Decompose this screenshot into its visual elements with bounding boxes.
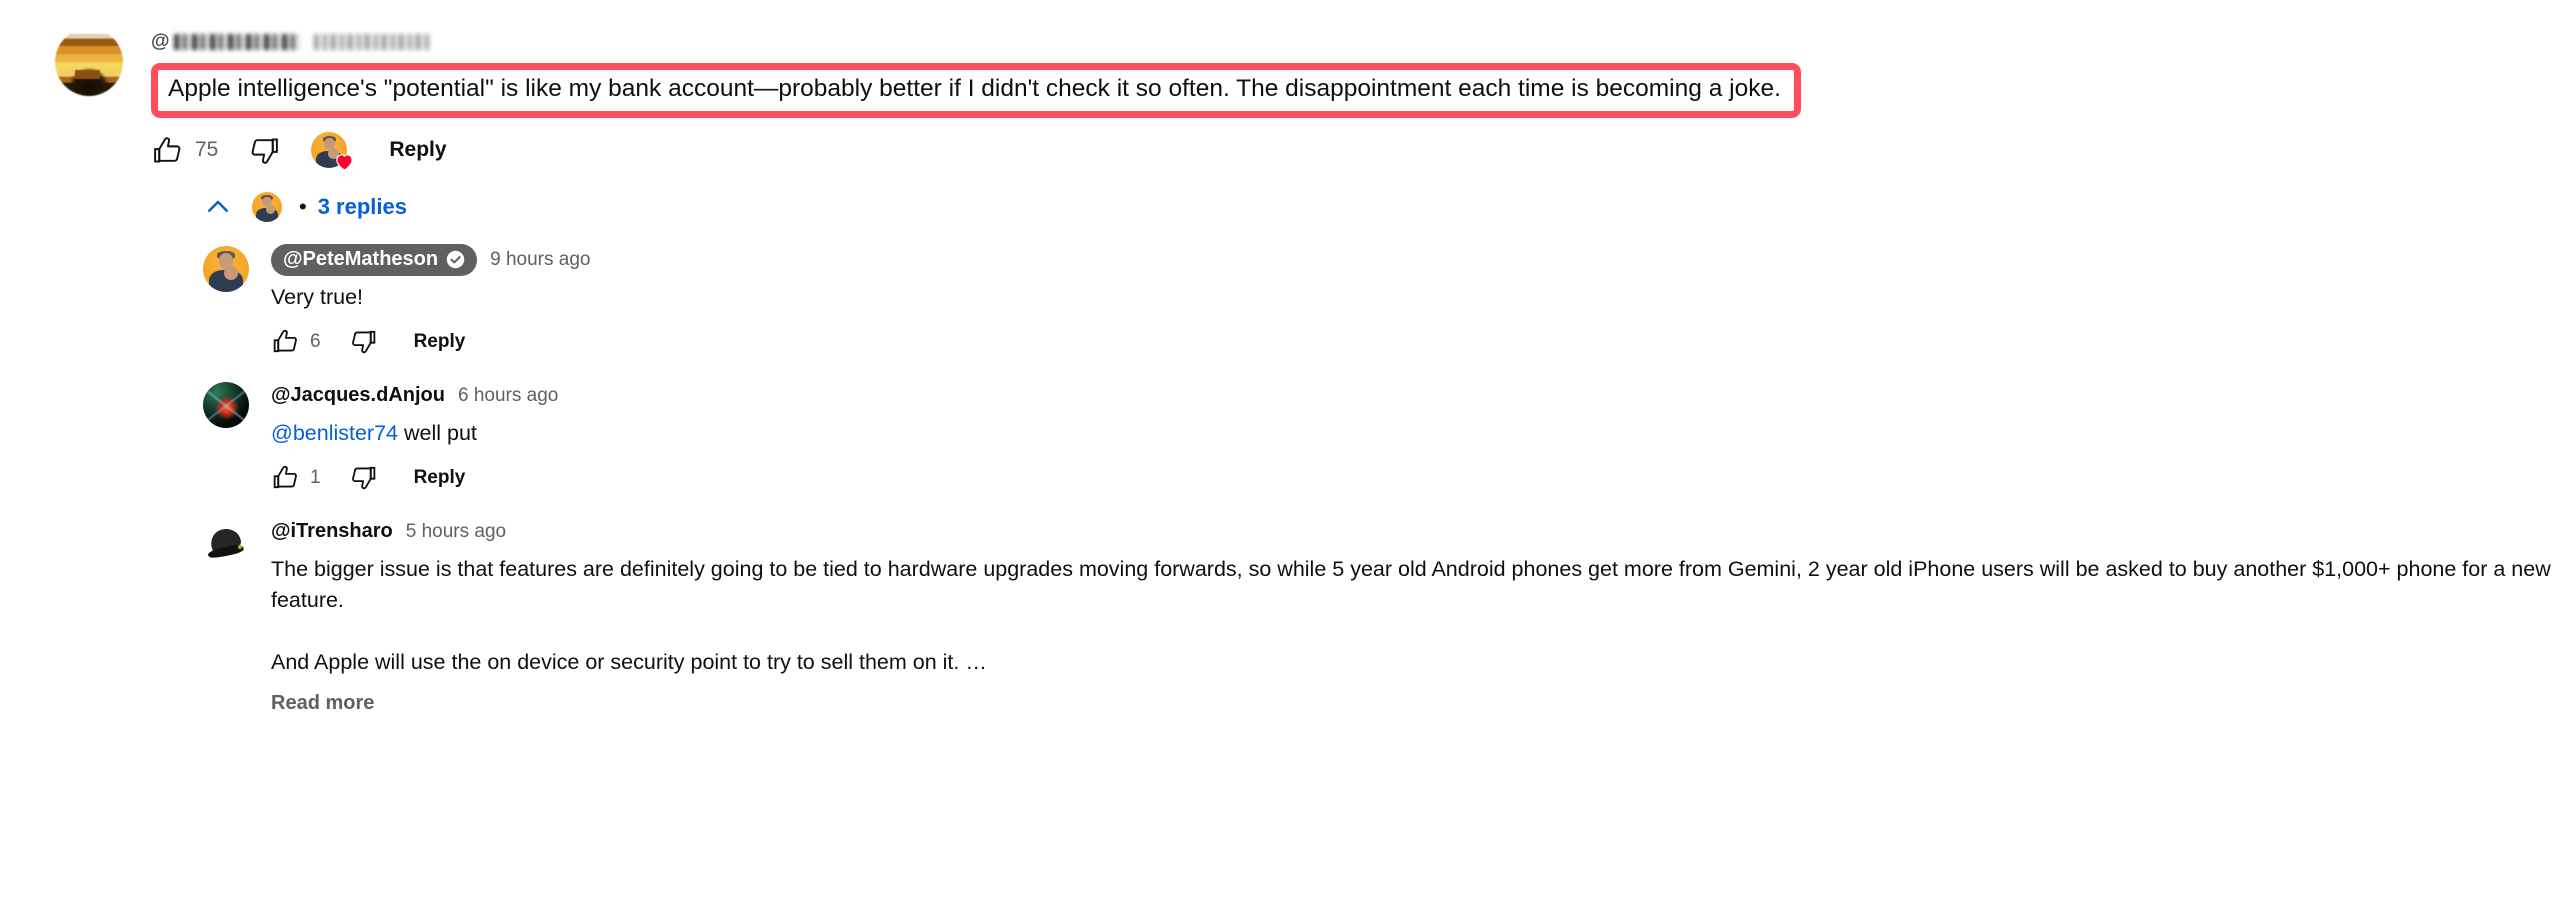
thumbs-up-icon [154,136,181,162]
chevron-up-icon[interactable] [203,192,233,222]
reply-paragraph-1: The bigger issue is that features are de… [271,557,2551,612]
like-count: 6 [310,330,321,352]
top-comment-author[interactable]: @ [151,31,301,53]
reply-actions: 1 Reply [271,463,2552,492]
reply-meta: @PeteMatheson 9 hours ago [271,243,2552,276]
avatar-arm [265,205,275,215]
like-button[interactable]: 6 [271,327,321,356]
top-comment-body: @ Apple intelligence's "potential" is li… [151,28,2552,721]
read-more-button[interactable]: Read more [271,692,374,715]
reply-list: @PeteMatheson 9 hours ago Very true! 6 R… [151,243,2552,715]
top-comment-actions: 75 Reply [151,132,2552,171]
reply-author-name[interactable]: @Jacques.dAnjou [271,384,445,407]
avatar[interactable] [203,518,249,564]
comment-thread: @ Apple intelligence's "potential" is li… [0,0,2552,721]
redacted-author-name [174,34,301,50]
reply-timestamp: 6 hours ago [457,384,559,406]
like-button[interactable]: 1 [271,463,321,492]
dislike-button[interactable] [349,327,378,356]
thumbs-down-icon [351,330,375,354]
reply-timestamp: 5 hours ago [405,520,507,542]
dislike-button[interactable] [349,463,378,492]
like-count: 75 [195,138,219,161]
thumbs-up-icon [273,329,297,353]
reply-author-name[interactable]: @iTrensharo [271,520,393,543]
like-count: 1 [310,466,321,488]
reply-item: @Jacques.dAnjou 6 hours ago @benlister74… [203,382,2552,492]
avatar[interactable] [203,382,249,428]
mention-link[interactable]: @benlister74 [271,421,398,445]
like-button[interactable]: 75 [151,134,218,167]
thumbs-down-icon [251,138,279,164]
reply-text: @benlister74 well put [271,418,2552,449]
verified-badge-icon [446,250,465,268]
reply-actions: 6 Reply [271,327,2552,356]
thumbs-up-icon [273,465,297,489]
reply-button[interactable]: Reply [414,467,466,489]
reply-body: @PeteMatheson 9 hours ago Very true! 6 R… [271,243,2552,356]
redacted-timestamp [314,34,431,50]
top-comment-text: Apple intelligence's "potential" is like… [168,75,1781,102]
top-level-comment: @ Apple intelligence's "potential" is li… [0,0,2552,721]
dislike-button[interactable] [248,134,281,167]
boot-tag [238,544,242,549]
reply-text-rest: well put [398,421,477,445]
creator-heart-badge[interactable] [311,132,354,171]
replies-toggle[interactable]: • 3 replies [203,192,2552,222]
heart-icon [336,154,354,171]
reply-button[interactable]: Reply [414,331,466,353]
replies-separator: • [299,194,307,219]
reply-avatar-wrap[interactable] [203,518,249,564]
avatar[interactable] [55,28,123,96]
reply-avatar-wrap[interactable] [203,246,249,292]
channel-owner-chip[interactable]: @PeteMatheson [271,243,478,276]
avatar[interactable] [203,246,249,292]
reply-timestamp: 9 hours ago [490,248,591,270]
reply-meta: @Jacques.dAnjou 6 hours ago [271,382,2552,409]
reply-body: @iTrensharo 5 hours ago The bigger issue… [271,518,2552,715]
thumbs-down-icon [351,466,375,490]
reply-item: @PeteMatheson 9 hours ago Very true! 6 R… [203,243,2552,356]
reply-button[interactable]: Reply [389,138,446,162]
reply-avatar-wrap[interactable] [203,382,249,428]
reply-text: Very true! [271,285,364,309]
replies-owner-avatar [252,192,282,222]
reply-item: @iTrensharo 5 hours ago The bigger issue… [203,518,2552,715]
highlighted-comment-box: Apple intelligence's "potential" is like… [151,63,1801,118]
reply-author-name: @PeteMatheson [283,247,439,270]
avatar-arm [224,266,238,281]
replies-count-link[interactable]: 3 replies [318,194,407,220]
at-symbol: @ [151,31,170,52]
top-comment-avatar-wrap[interactable] [55,28,123,96]
reply-meta: @iTrensharo 5 hours ago [271,518,2552,545]
reply-paragraph-2: And Apple will use the on device or secu… [271,650,987,674]
top-comment-meta: @ [151,28,2552,56]
reply-body: @Jacques.dAnjou 6 hours ago @benlister74… [271,382,2552,492]
